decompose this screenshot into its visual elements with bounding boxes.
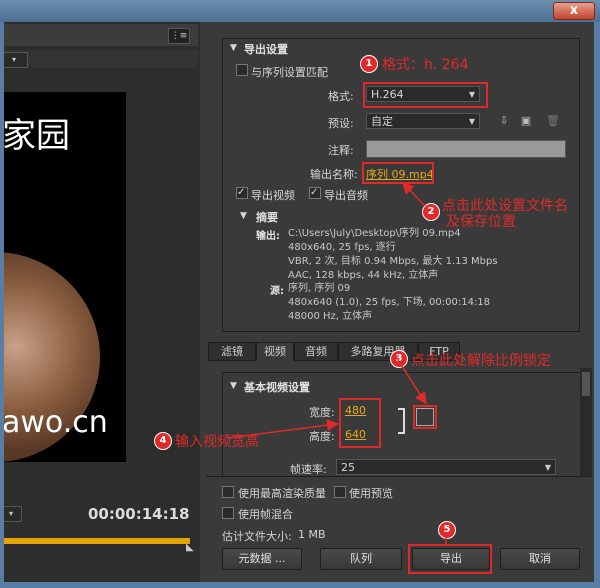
annotation-arrow-2: [401, 181, 426, 207]
window-frame-bottom: [0, 582, 600, 588]
window-frame-right: [594, 22, 600, 588]
window-frame-left: [0, 22, 4, 588]
annotation-arrow-3: [397, 359, 427, 405]
annotation-arrow-4: [227, 419, 339, 439]
annotation-arrows: [227, 181, 447, 545]
